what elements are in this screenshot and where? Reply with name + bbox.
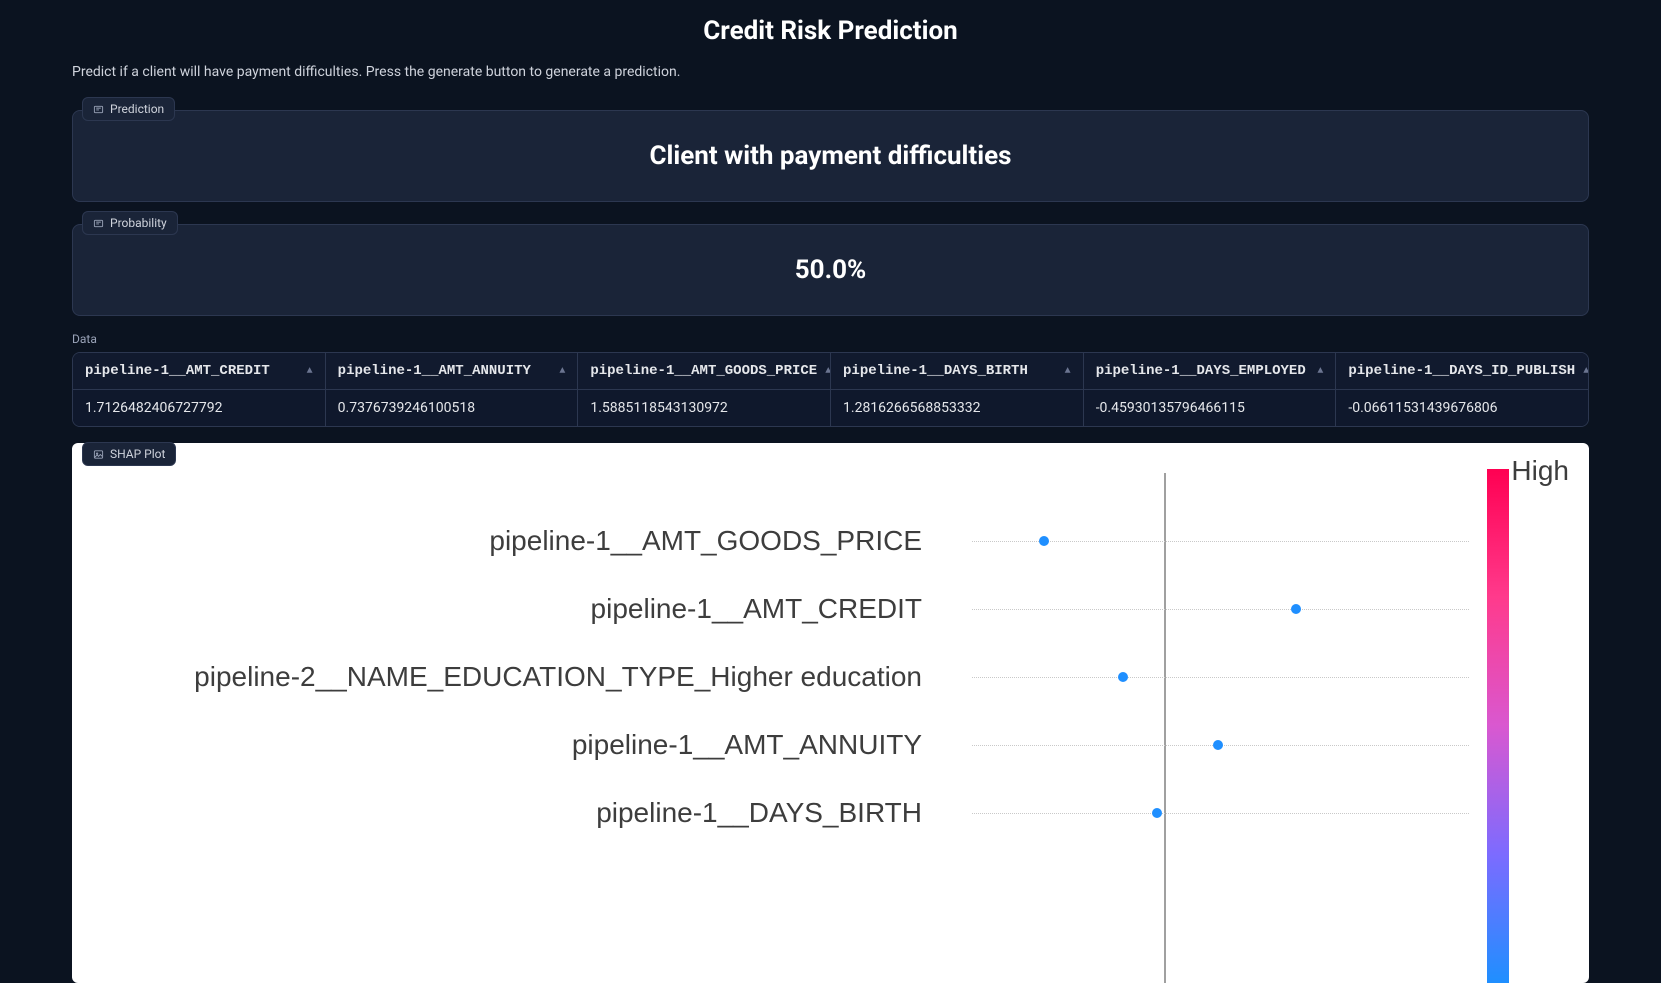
shap-dot: [1213, 740, 1223, 750]
shap-track: [972, 609, 1469, 610]
table-cell: 0.7376739246100518: [326, 390, 579, 426]
shap-row: pipeline-1__AMT_GOODS_PRICE: [92, 507, 1469, 575]
data-label: Data: [72, 332, 1589, 346]
col-header[interactable]: pipeline-1__AMT_CREDIT▲: [73, 353, 326, 389]
table-cell: 1.2816266568853332: [831, 390, 1084, 426]
table-cell: -0.45930135796466115: [1084, 390, 1337, 426]
prediction-tab: Prediction: [82, 97, 175, 121]
sort-icon: ▲: [307, 366, 313, 377]
shap-plot: High pipeline-1__AMT_GOODS_PRICE pipeline…: [72, 443, 1589, 983]
col-header[interactable]: pipeline-1__AMT_ANNUITY▲: [326, 353, 579, 389]
table-cell: 1.5885118543130972: [578, 390, 831, 426]
shap-feature-label: pipeline-2__NAME_EDUCATION_TYPE_Higher e…: [194, 661, 962, 693]
shap-plot-section: SHAP Plot High pipeline-1__AMT_GOODS_PRI…: [72, 443, 1589, 983]
shap-row: pipeline-1__AMT_ANNUITY: [92, 711, 1469, 779]
sort-icon: ▲: [1317, 366, 1323, 377]
probability-card: Probability 50.0%: [72, 224, 1589, 316]
shap-feature-label: pipeline-1__AMT_CREDIT: [591, 593, 962, 625]
table-header-row: pipeline-1__AMT_CREDIT▲ pipeline-1__AMT_…: [73, 353, 1588, 390]
probability-tab: Probability: [82, 211, 178, 235]
shap-colorbar: [1487, 469, 1509, 983]
shap-dot: [1118, 672, 1128, 682]
table-cell: 1.7126482406727792: [73, 390, 326, 426]
colorbar-high-label: High: [1511, 455, 1569, 487]
prediction-card: Prediction Client with payment difficult…: [72, 110, 1589, 202]
shap-dot: [1291, 604, 1301, 614]
col-header[interactable]: pipeline-1__AMT_GOODS_PRICE▲: [578, 353, 831, 389]
shap-feature-label: pipeline-1__DAYS_BIRTH: [596, 797, 962, 829]
shap-track: [972, 677, 1469, 678]
data-table: pipeline-1__AMT_CREDIT▲ pipeline-1__AMT_…: [72, 352, 1589, 427]
probability-tab-label: Probability: [110, 216, 167, 230]
shap-track: [972, 813, 1469, 814]
table-cell: -0.06611531439676806: [1336, 390, 1588, 426]
shap-dot: [1039, 536, 1049, 546]
sort-icon: ▲: [1583, 366, 1588, 377]
shap-row: pipeline-1__AMT_CREDIT: [92, 575, 1469, 643]
table-row: 1.7126482406727792 0.7376739246100518 1.…: [73, 390, 1588, 426]
shap-dot: [1152, 808, 1162, 818]
col-header[interactable]: pipeline-1__DAYS_ID_PUBLISH▲: [1336, 353, 1588, 389]
sort-icon: ▲: [1065, 366, 1071, 377]
label-icon: [93, 218, 104, 229]
col-header[interactable]: pipeline-1__DAYS_EMPLOYED▲: [1084, 353, 1337, 389]
probability-value: 50.0%: [93, 255, 1568, 285]
image-icon: [93, 449, 104, 460]
col-header[interactable]: pipeline-1__DAYS_BIRTH▲: [831, 353, 1084, 389]
shap-row: pipeline-2__NAME_EDUCATION_TYPE_Higher e…: [92, 643, 1469, 711]
shap-tab: SHAP Plot: [82, 442, 176, 466]
shap-feature-label: pipeline-1__AMT_ANNUITY: [572, 729, 962, 761]
sort-icon: ▲: [559, 366, 565, 377]
label-icon: [93, 104, 104, 115]
shap-row: pipeline-1__DAYS_BIRTH: [92, 779, 1469, 847]
prediction-tab-label: Prediction: [110, 102, 164, 116]
shap-tab-label: SHAP Plot: [110, 447, 165, 461]
prediction-value: Client with payment difficulties: [93, 141, 1568, 171]
page-subtitle: Predict if a client will have payment di…: [72, 54, 1589, 92]
shap-feature-label: pipeline-1__AMT_GOODS_PRICE: [489, 525, 962, 557]
page-title: Credit Risk Prediction: [0, 0, 1661, 54]
